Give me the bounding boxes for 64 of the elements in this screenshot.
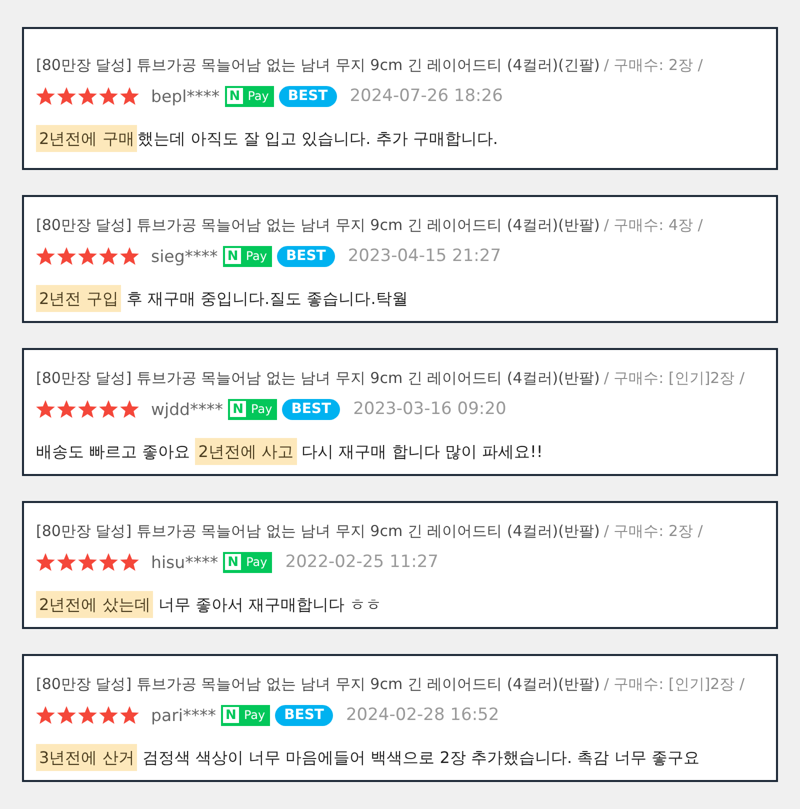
star-icon (57, 553, 76, 571)
review-date: 2024-07-26 18:26 (350, 86, 503, 106)
star-icon (120, 553, 139, 571)
reviewer-name: sieg**** (151, 246, 218, 266)
review-text: 2년전 구입 후 재구매 중입니다.질도 좋습니다.탁월 (36, 286, 770, 312)
n-logo: N (225, 554, 242, 570)
star-icon (78, 87, 97, 105)
star-icon (99, 400, 118, 418)
star-icon (78, 247, 97, 265)
review-date: 2022-02-25 11:27 (285, 552, 438, 572)
pay-label: Pay (251, 402, 272, 416)
star-icon (120, 87, 139, 105)
star-icon (78, 553, 97, 571)
star-icon (57, 247, 76, 265)
star-icon (120, 400, 139, 418)
purchase-count: / 구매수: 4장 / (604, 216, 703, 234)
star-icon (36, 400, 55, 418)
review-date: 2024-02-28 16:52 (346, 705, 500, 725)
star-icon (120, 706, 139, 724)
star-icon (57, 706, 76, 724)
star-icon (36, 87, 55, 105)
star-icon (99, 706, 118, 724)
review-text: 2년전에 구매 했는데 아직도 잘 입고 있습니다. 추가 구매합니다. (36, 126, 770, 152)
pay-label: Pay (248, 89, 269, 103)
star-icon (99, 553, 118, 571)
product-title: [80만장 달성] 튜브가공 목늘어남 없는 남녀 무지 9cm 긴 레이어드티 (4컬러)(반팔) (36, 675, 600, 693)
n-logo: N (226, 88, 243, 104)
purchase-count: / 구매수: [인기]2장 / (604, 369, 745, 387)
star-icon (57, 400, 76, 418)
star-icon (78, 400, 97, 418)
star-icon (78, 706, 97, 724)
best-badge: BEST (282, 398, 340, 420)
pay-label: Pay (244, 708, 266, 722)
star-icon (57, 87, 76, 105)
reviewer-name: pari**** (151, 706, 216, 724)
review-text: 3년전에 산거 검정색 색상이 너무 마음에들어 백색으로 2장 추가했습니다. 촉감 너무 좋구요 (36, 745, 770, 771)
product-title: [80만장 달성] 튜브가공 목늘어남 없는 남녀 무지 9cm 긴 레이어드티 (4컬러)(반팔) (36, 369, 600, 387)
reviewer-name: hisu**** (151, 552, 218, 572)
reviewer-name: bepl**** (151, 86, 220, 106)
product-title: [80만장 달성] 튜브가공 목늘어남 없는 남녀 무지 9cm 긴 레이어드티 (4컬러)(긴팔) (36, 56, 600, 74)
star-icon (99, 87, 118, 105)
star-icon (120, 247, 139, 265)
review-text: 2년전에 샀는데 너무 좋아서 재구매합니다 ㅎㅎ (36, 592, 770, 618)
product-title: [80만장 달성] 튜브가공 목늘어남 없는 남녀 무지 9cm 긴 레이어드티 (4컬러)(반팔) (36, 522, 600, 540)
star-icon (36, 247, 55, 265)
review-date: 2023-03-16 09:20 (353, 399, 506, 419)
review-date: 2023-04-15 21:27 (348, 246, 502, 266)
review-text: 배송도 빠르고 좋아요 2년전에 사고 다시 재구매 합니다 많이 파세요!! (36, 439, 770, 465)
purchase-count: / 구매수: 2장 / (604, 56, 703, 74)
purchase-count: / 구매수: 2장 / (604, 522, 703, 540)
pay-label: Pay (246, 555, 268, 569)
star-icon (36, 553, 55, 571)
product-title: [80만장 달성] 튜브가공 목늘어남 없는 남녀 무지 9cm 긴 레이어드티 (4컬러)(반팔) (36, 216, 600, 234)
star-icon (99, 247, 118, 265)
reviewer-name: wjdd**** (151, 400, 224, 418)
n-logo: N (224, 248, 241, 264)
purchase-count: / 구매수: [인기]2장 / (604, 675, 745, 693)
pay-label: Pay (246, 249, 267, 263)
best-badge: BEST (278, 86, 337, 106)
n-logo: N (222, 707, 239, 723)
best-badge: BEST (276, 246, 335, 266)
n-logo: N (230, 401, 246, 417)
star-icon (36, 706, 55, 724)
best-badge: BEST (275, 704, 333, 726)
